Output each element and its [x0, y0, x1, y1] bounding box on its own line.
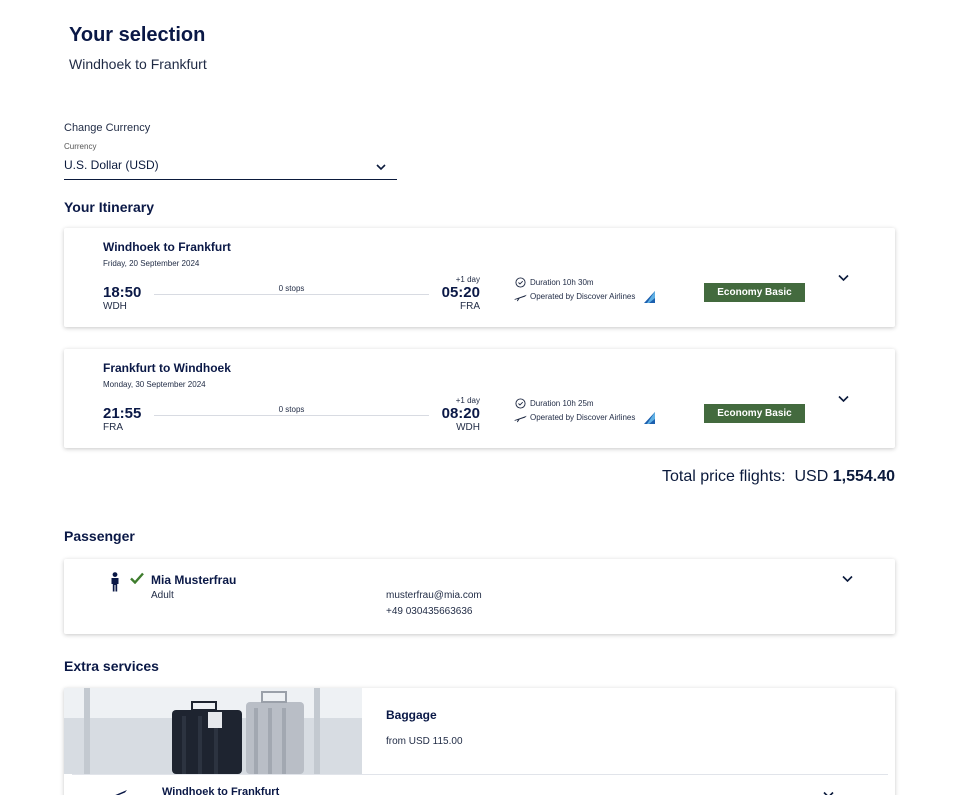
- arrival-code: FRA: [460, 301, 480, 312]
- stops-label: 0 stops: [278, 405, 305, 414]
- chevron-down-icon[interactable]: [837, 394, 850, 404]
- checkmark-icon: [130, 572, 144, 584]
- passenger-card[interactable]: Mia Musterfrau Adult musterfrau@mia.com …: [64, 559, 895, 634]
- total-label: Total price flights:: [661, 468, 786, 485]
- flight-card-return[interactable]: Frankfurt to Windhoek Monday, 30 Septemb…: [64, 349, 895, 448]
- airplane-icon: [115, 790, 127, 795]
- itinerary-title: Your Itinerary: [64, 199, 154, 215]
- passenger-phone: +49 030435663636: [386, 606, 473, 617]
- passenger-title: Passenger: [64, 528, 135, 544]
- clock-icon: [515, 398, 526, 409]
- airplane-icon: [514, 294, 527, 302]
- chevron-down-icon: [376, 164, 386, 171]
- departure-time: 21:55: [103, 405, 142, 422]
- baggage-image: [64, 688, 362, 774]
- passenger-type: Adult: [151, 590, 174, 601]
- operated-by-label: Operated by Discover Airlines: [530, 413, 636, 422]
- airline-logo-icon: [644, 412, 655, 424]
- flight-path-line: [154, 294, 429, 295]
- plus-day-label: +1 day: [455, 396, 480, 405]
- chevron-down-icon[interactable]: [822, 790, 835, 795]
- operated-by-label: Operated by Discover Airlines: [530, 292, 636, 301]
- arrival-time: 05:20: [441, 284, 480, 301]
- chevron-down-icon[interactable]: [841, 574, 854, 584]
- plus-day-label: +1 day: [455, 275, 480, 284]
- total-currency: USD: [794, 468, 829, 485]
- extra-services-title: Extra services: [64, 658, 159, 674]
- arrival-time: 08:20: [441, 405, 480, 422]
- passenger-name: Mia Musterfrau: [151, 573, 237, 587]
- suitcases-illustration: [64, 688, 362, 774]
- chevron-down-icon[interactable]: [837, 273, 850, 283]
- arrival-code: WDH: [456, 422, 480, 433]
- page-subtitle: Windhoek to Frankfurt: [69, 56, 207, 72]
- person-icon: [111, 572, 119, 592]
- total-price: Total price flights: USD 1,554.40: [662, 468, 895, 486]
- currency-field-label: Currency: [64, 142, 97, 151]
- currency-select[interactable]: U.S. Dollar (USD): [64, 155, 397, 180]
- flight-card-outbound[interactable]: Windhoek to Frankfurt Friday, 20 Septemb…: [64, 228, 895, 327]
- currency-value: U.S. Dollar (USD): [64, 158, 159, 172]
- flight-date: Monday, 30 September 2024: [103, 380, 206, 389]
- clock-icon: [515, 277, 526, 288]
- total-amount: 1,554.40: [832, 468, 895, 485]
- fare-badge: Economy Basic: [704, 404, 805, 423]
- baggage-title: Baggage: [386, 708, 437, 722]
- stops-label: 0 stops: [278, 284, 305, 293]
- flight-path-line: [154, 415, 429, 416]
- fare-badge: Economy Basic: [704, 283, 805, 302]
- departure-time: 18:50: [103, 284, 142, 301]
- departure-code: FRA: [103, 422, 123, 433]
- baggage-card[interactable]: Baggage from USD 115.00 Windhoek to Fran…: [64, 688, 895, 795]
- baggage-price: from USD 115.00: [386, 736, 463, 747]
- airline-logo-icon: [644, 291, 655, 303]
- departure-code: WDH: [103, 301, 127, 312]
- flight-route: Windhoek to Frankfurt: [103, 240, 231, 254]
- duration-label: Duration 10h 25m: [530, 399, 594, 408]
- change-currency-label: Change Currency: [64, 122, 151, 134]
- flight-route: Frankfurt to Windhoek: [103, 361, 231, 375]
- page-title: Your selection: [69, 24, 206, 46]
- passenger-email: musterfrau@mia.com: [386, 590, 482, 601]
- airplane-icon: [514, 415, 527, 423]
- divider: [72, 774, 888, 775]
- duration-label: Duration 10h 30m: [530, 278, 594, 287]
- baggage-flight-route: Windhoek to Frankfurt: [162, 786, 280, 795]
- flight-date: Friday, 20 September 2024: [103, 259, 200, 268]
